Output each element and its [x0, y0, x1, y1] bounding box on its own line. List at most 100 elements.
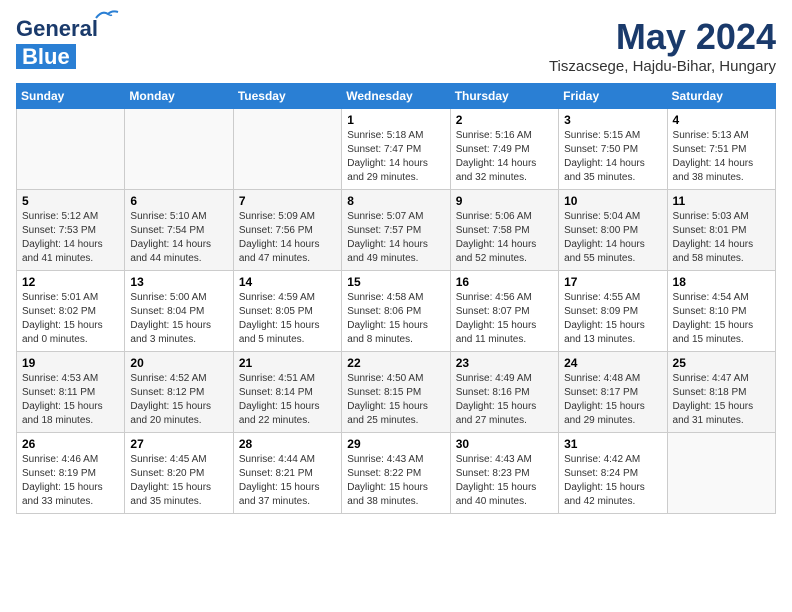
day-number: 21	[239, 356, 336, 370]
day-number: 16	[456, 275, 553, 289]
day-cell: 14 Sunrise: 4:59 AM Sunset: 8:05 PM Dayli…	[233, 271, 341, 352]
week-row-1: 1Sunrise: 5:18 AM Sunset: 7:47 PM Daylig…	[17, 109, 776, 190]
day-number: 22	[347, 356, 444, 370]
day-info: Sunrise: 4:51 AM Sunset: 8:14 PM Dayligh…	[239, 372, 336, 428]
day-info: Sunrise: 4:49 AM Sunset: 8:16 PM Dayligh…	[456, 372, 553, 428]
day-info: Sunrise: 5:16 AM Sunset: 7:49 PM Dayligh…	[456, 129, 553, 185]
header-tuesday: Tuesday	[233, 84, 341, 109]
week-row-2: 5 Sunrise: 5:12 AM Sunset: 7:53 PM Daylig…	[17, 190, 776, 271]
header-wednesday: Wednesday	[342, 84, 450, 109]
day-info: Sunrise: 4:46 AM Sunset: 8:19 PM Dayligh…	[22, 453, 119, 509]
day-cell: 16 Sunrise: 4:56 AM Sunset: 8:07 PM Dayli…	[450, 271, 558, 352]
day-info: Sunrise: 4:56 AM Sunset: 8:07 PM Dayligh…	[456, 291, 553, 347]
day-number: 29	[347, 437, 444, 451]
day-cell: 29Sunrise: 4:43 AM Sunset: 8:22 PM Dayli…	[342, 433, 450, 514]
page-header: General Blue May 2024 Tiszacsege, Hajdu-…	[16, 16, 776, 75]
header-monday: Monday	[125, 84, 233, 109]
day-number: 17	[564, 275, 661, 289]
day-number: 11	[673, 194, 770, 208]
calendar-title: May 2024	[549, 16, 776, 58]
day-info: Sunrise: 5:09 AM Sunset: 7:56 PM Dayligh…	[239, 210, 336, 266]
day-cell	[17, 109, 125, 190]
day-info: Sunrise: 4:59 AM Sunset: 8:05 PM Dayligh…	[239, 291, 336, 347]
day-info: Sunrise: 5:12 AM Sunset: 7:53 PM Dayligh…	[22, 210, 119, 266]
day-number: 5	[22, 194, 119, 208]
day-info: Sunrise: 4:48 AM Sunset: 8:17 PM Dayligh…	[564, 372, 661, 428]
day-cell: 19 Sunrise: 4:53 AM Sunset: 8:11 PM Dayli…	[17, 352, 125, 433]
day-cell: 9Sunrise: 5:06 AM Sunset: 7:58 PM Daylig…	[450, 190, 558, 271]
day-info: Sunrise: 5:01 AM Sunset: 8:02 PM Dayligh…	[22, 291, 119, 347]
header-sunday: Sunday	[17, 84, 125, 109]
day-cell: 12 Sunrise: 5:01 AM Sunset: 8:02 PM Dayli…	[17, 271, 125, 352]
day-cell: 3 Sunrise: 5:15 AM Sunset: 7:50 PM Daylig…	[559, 109, 667, 190]
day-number: 14	[239, 275, 336, 289]
day-cell: 22Sunrise: 4:50 AM Sunset: 8:15 PM Dayli…	[342, 352, 450, 433]
day-cell: 31 Sunrise: 4:42 AM Sunset: 8:24 PM Dayli…	[559, 433, 667, 514]
day-number: 10	[564, 194, 661, 208]
day-info: Sunrise: 4:43 AM Sunset: 8:23 PM Dayligh…	[456, 453, 553, 509]
day-cell: 2 Sunrise: 5:16 AM Sunset: 7:49 PM Daylig…	[450, 109, 558, 190]
day-number: 19	[22, 356, 119, 370]
day-number: 26	[22, 437, 119, 451]
logo-general: General	[16, 16, 98, 41]
day-info: Sunrise: 4:42 AM Sunset: 8:24 PM Dayligh…	[564, 453, 661, 509]
day-number: 27	[130, 437, 227, 451]
day-cell: 23 Sunrise: 4:49 AM Sunset: 8:16 PM Dayli…	[450, 352, 558, 433]
day-info: Sunrise: 5:13 AM Sunset: 7:51 PM Dayligh…	[673, 129, 770, 185]
day-number: 31	[564, 437, 661, 451]
day-number: 13	[130, 275, 227, 289]
day-cell: 30Sunrise: 4:43 AM Sunset: 8:23 PM Dayli…	[450, 433, 558, 514]
day-info: Sunrise: 5:06 AM Sunset: 7:58 PM Dayligh…	[456, 210, 553, 266]
day-number: 18	[673, 275, 770, 289]
day-info: Sunrise: 4:45 AM Sunset: 8:20 PM Dayligh…	[130, 453, 227, 509]
day-info: Sunrise: 4:53 AM Sunset: 8:11 PM Dayligh…	[22, 372, 119, 428]
day-number: 28	[239, 437, 336, 451]
day-number: 25	[673, 356, 770, 370]
day-info: Sunrise: 5:10 AM Sunset: 7:54 PM Dayligh…	[130, 210, 227, 266]
day-cell: 18 Sunrise: 4:54 AM Sunset: 8:10 PM Dayli…	[667, 271, 775, 352]
day-cell: 10 Sunrise: 5:04 AM Sunset: 8:00 PM Dayli…	[559, 190, 667, 271]
day-cell: 5 Sunrise: 5:12 AM Sunset: 7:53 PM Daylig…	[17, 190, 125, 271]
day-cell: 17 Sunrise: 4:55 AM Sunset: 8:09 PM Dayli…	[559, 271, 667, 352]
day-info: Sunrise: 5:15 AM Sunset: 7:50 PM Dayligh…	[564, 129, 661, 185]
day-number: 2	[456, 113, 553, 127]
day-cell: 24 Sunrise: 4:48 AM Sunset: 8:17 PM Dayli…	[559, 352, 667, 433]
day-cell: 13 Sunrise: 5:00 AM Sunset: 8:04 PM Dayli…	[125, 271, 233, 352]
day-cell: 28 Sunrise: 4:44 AM Sunset: 8:21 PM Dayli…	[233, 433, 341, 514]
day-cell	[233, 109, 341, 190]
day-number: 15	[347, 275, 444, 289]
day-number: 12	[22, 275, 119, 289]
week-row-5: 26 Sunrise: 4:46 AM Sunset: 8:19 PM Dayli…	[17, 433, 776, 514]
day-number: 7	[239, 194, 336, 208]
day-info: Sunrise: 4:54 AM Sunset: 8:10 PM Dayligh…	[673, 291, 770, 347]
day-cell: 1Sunrise: 5:18 AM Sunset: 7:47 PM Daylig…	[342, 109, 450, 190]
day-cell: 4 Sunrise: 5:13 AM Sunset: 7:51 PM Daylig…	[667, 109, 775, 190]
day-number: 24	[564, 356, 661, 370]
day-number: 20	[130, 356, 227, 370]
day-cell: 20Sunrise: 4:52 AM Sunset: 8:12 PM Dayli…	[125, 352, 233, 433]
header-saturday: Saturday	[667, 84, 775, 109]
day-cell: 11 Sunrise: 5:03 AM Sunset: 8:01 PM Dayli…	[667, 190, 775, 271]
day-number: 1	[347, 113, 444, 127]
logo-bird-icon	[94, 8, 120, 24]
day-cell: 27 Sunrise: 4:45 AM Sunset: 8:20 PM Dayli…	[125, 433, 233, 514]
calendar-table: SundayMondayTuesdayWednesdayThursdayFrid…	[16, 83, 776, 514]
day-number: 3	[564, 113, 661, 127]
day-info: Sunrise: 5:00 AM Sunset: 8:04 PM Dayligh…	[130, 291, 227, 347]
day-info: Sunrise: 5:03 AM Sunset: 8:01 PM Dayligh…	[673, 210, 770, 266]
day-info: Sunrise: 4:58 AM Sunset: 8:06 PM Dayligh…	[347, 291, 444, 347]
day-number: 23	[456, 356, 553, 370]
day-cell	[125, 109, 233, 190]
day-cell: 8Sunrise: 5:07 AM Sunset: 7:57 PM Daylig…	[342, 190, 450, 271]
day-info: Sunrise: 4:55 AM Sunset: 8:09 PM Dayligh…	[564, 291, 661, 347]
day-number: 6	[130, 194, 227, 208]
week-row-4: 19 Sunrise: 4:53 AM Sunset: 8:11 PM Dayli…	[17, 352, 776, 433]
calendar-subtitle: Tiszacsege, Hajdu-Bihar, Hungary	[549, 58, 776, 75]
day-info: Sunrise: 4:47 AM Sunset: 8:18 PM Dayligh…	[673, 372, 770, 428]
day-info: Sunrise: 4:44 AM Sunset: 8:21 PM Dayligh…	[239, 453, 336, 509]
header-thursday: Thursday	[450, 84, 558, 109]
day-number: 8	[347, 194, 444, 208]
day-number: 4	[673, 113, 770, 127]
day-cell: 21 Sunrise: 4:51 AM Sunset: 8:14 PM Dayli…	[233, 352, 341, 433]
day-info: Sunrise: 5:04 AM Sunset: 8:00 PM Dayligh…	[564, 210, 661, 266]
